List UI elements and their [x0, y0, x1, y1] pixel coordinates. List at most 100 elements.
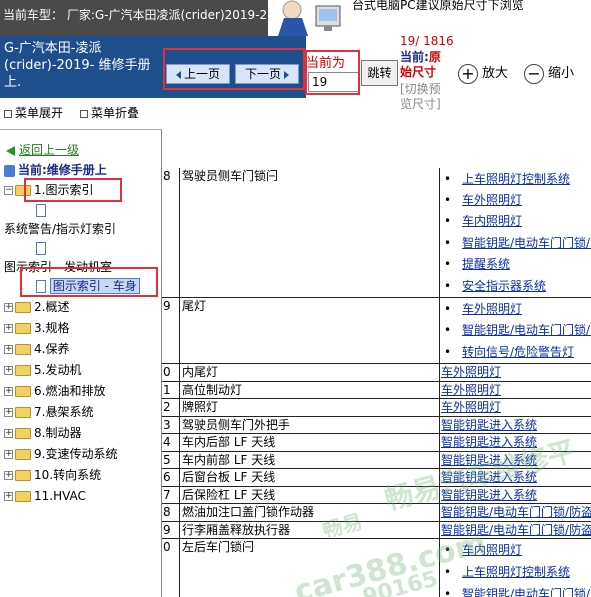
sidebar-item-label: 4.保养: [34, 342, 70, 356]
row-number: 8: [162, 168, 180, 297]
row-component: 内尾灯: [180, 364, 440, 381]
system-link[interactable]: 智能钥匙/电动车门门锁/防: [462, 323, 591, 337]
system-link[interactable]: 智能钥匙/电动车门门锁/防: [462, 236, 591, 250]
table-row: 5 车内前部 LF 天线 智能钥匙进入系统: [162, 452, 591, 469]
location-icon: [4, 164, 15, 177]
system-link[interactable]: 智能钥匙进入系统: [441, 435, 537, 449]
row-links: 智能钥匙/电动车门门锁/防盗: [440, 522, 591, 538]
row-number: 4: [162, 434, 180, 451]
back-link[interactable]: 返回上一级: [6, 142, 79, 158]
current-size: 当前:原始尺寸: [400, 50, 448, 80]
sidebar-item-suspension[interactable]: +7.悬架系统: [4, 404, 93, 420]
row-links: 车外照明灯: [440, 364, 591, 381]
plus-icon: +: [458, 63, 478, 84]
row-number: 9: [162, 298, 180, 363]
expand-node-icon: +: [4, 449, 13, 459]
table-row: 9 尾灯 车外照明灯 智能钥匙/电动车门门锁/防 转向信号/危险警告灯: [162, 298, 591, 364]
sidebar-item-maintenance[interactable]: +4.保养: [4, 341, 69, 357]
expand-label: 菜单展开: [15, 106, 64, 120]
system-link[interactable]: 车外照明灯: [441, 400, 501, 414]
jump-button[interactable]: 跳转: [361, 60, 398, 86]
row-component: 驾驶员侧车门锁闩: [180, 168, 440, 297]
table-row: 3 驾驶员侧车门外把手 智能钥匙进入系统: [162, 417, 591, 434]
highlight-nav-buttons: [163, 48, 305, 90]
zoom-in-button[interactable]: + 放大: [458, 62, 508, 86]
document-icon: [36, 242, 46, 255]
system-link[interactable]: 智能钥匙进入系统: [441, 453, 537, 467]
collapse-icon: [80, 109, 88, 118]
row-component: 行李厢盖释放执行器: [180, 522, 440, 538]
system-link[interactable]: 智能钥匙/电动车门门锁/防盗: [441, 505, 591, 519]
system-link[interactable]: 智能钥匙/电动车门门锁/防: [462, 587, 591, 597]
system-link[interactable]: 智能钥匙进入系统: [441, 470, 537, 484]
row-links: 智能钥匙/电动车门门锁/防盗: [440, 504, 591, 521]
expand-menu-button[interactable]: 菜单展开: [4, 104, 63, 121]
folder-icon: [15, 491, 31, 502]
row-links: 智能钥匙进入系统: [440, 487, 591, 503]
system-link[interactable]: 安全指示器系统: [462, 279, 546, 293]
system-link[interactable]: 车内照明灯: [462, 214, 522, 228]
page-count: 19/ 1816: [400, 34, 454, 48]
row-number: 0: [162, 539, 180, 597]
system-link[interactable]: 上车照明灯控制系统: [462, 565, 570, 579]
row-component: 高位制动灯: [180, 382, 440, 398]
system-link[interactable]: 上车照明灯控制系统: [462, 172, 570, 186]
row-links: 智能钥匙进入系统: [440, 434, 591, 451]
system-link[interactable]: 提醒系统: [462, 257, 510, 271]
sidebar-item-steering[interactable]: +10.转向系统: [4, 467, 101, 483]
sidebar-item-label: 10.转向系统: [34, 468, 102, 482]
doc-node[interactable]: [36, 240, 46, 256]
top-strip: 当前车型： 厂家:G-广汽本田凌派(crider)2019-2020 台式电脑P…: [0, 0, 591, 36]
row-component: 尾灯: [180, 298, 440, 363]
expand-node-icon: +: [4, 365, 13, 375]
system-link[interactable]: 车外照明灯: [462, 193, 522, 207]
table-row: 0 左后车门锁闩 车内照明灯 上车照明灯控制系统 智能钥匙/电动车门门锁/防: [162, 539, 591, 597]
sidebar-item-drivetrain[interactable]: +9.变速传动系统: [4, 446, 117, 462]
system-link[interactable]: 车外照明灯: [441, 383, 501, 397]
sidebar-item-label: 9.变速传动系统: [34, 447, 118, 461]
sidebar-item-hvac[interactable]: +11.HVAC: [4, 488, 86, 504]
expand-icon: [4, 109, 12, 118]
system-link[interactable]: 智能钥匙/电动车门门锁/防盗: [441, 523, 591, 537]
sidebar-item-label: 3.规格: [34, 321, 70, 335]
highlight-index: [24, 178, 122, 202]
table-row: 8 驾驶员侧车门锁闩 上车照明灯控制系统 车外照明灯 车内照明灯 智能钥匙/电动…: [162, 168, 591, 298]
system-link[interactable]: 智能钥匙进入系统: [441, 488, 537, 502]
collapse-menu-button[interactable]: 菜单折叠: [80, 104, 139, 121]
zoom-out-label: 缩小: [548, 66, 575, 81]
system-link[interactable]: 转向信号/危险警告灯: [462, 345, 574, 359]
current-car-model: 当前车型： 厂家:G-广汽本田凌派(crider)2019-2020: [0, 0, 268, 36]
system-link[interactable]: 车内照明灯: [462, 543, 522, 557]
row-component: 左后车门锁闩: [180, 539, 440, 597]
expand-node-icon: +: [4, 407, 13, 417]
table-row: 1 高位制动灯 车外照明灯: [162, 382, 591, 399]
manual-content: 8 驾驶员侧车门锁闩 上车照明灯控制系统 车外照明灯 车内照明灯 智能钥匙/电动…: [162, 98, 591, 597]
sidebar-item-fuel[interactable]: +6.燃油和排放: [4, 383, 105, 399]
expand-node-icon: +: [4, 386, 13, 396]
system-link[interactable]: 智能钥匙进入系统: [441, 418, 537, 432]
expand-node-icon: +: [4, 470, 13, 480]
table-row: 6 后窗台板 LF 天线 智能钥匙进入系统: [162, 469, 591, 487]
system-link[interactable]: 车外照明灯: [441, 365, 501, 379]
expand-node-icon: +: [4, 344, 13, 354]
row-links: 车外照明灯 智能钥匙/电动车门门锁/防 转向信号/危险警告灯: [440, 298, 591, 363]
row-component: 牌照灯: [180, 399, 440, 416]
system-link[interactable]: 车外照明灯: [462, 302, 522, 316]
sidebar-item-label: 5.发动机: [34, 363, 82, 377]
sidebar-item-overview[interactable]: +2.概述: [4, 299, 69, 315]
sidebar-item-label: 11.HVAC: [34, 489, 86, 503]
sidebar-item-brakes[interactable]: +8.制动器: [4, 425, 81, 441]
zoom-out-button[interactable]: − 缩小: [524, 62, 574, 86]
menu-controls: 菜单展开 菜单折叠: [0, 98, 162, 130]
row-number: 2: [162, 399, 180, 416]
expand-node-icon: +: [4, 302, 13, 312]
document-icon: [36, 204, 46, 217]
folder-icon: [15, 302, 31, 313]
sidebar-item-specs[interactable]: +3.规格: [4, 320, 69, 336]
row-component: 后保险杠 LF 天线: [180, 487, 440, 503]
sidebar-item-warning-index[interactable]: 系统警告/指示灯索引: [4, 221, 116, 237]
back-arrow-icon: [6, 145, 15, 156]
doc-node[interactable]: [36, 202, 46, 218]
folder-icon: [15, 365, 31, 376]
sidebar-item-engine[interactable]: +5.发动机: [4, 362, 81, 378]
